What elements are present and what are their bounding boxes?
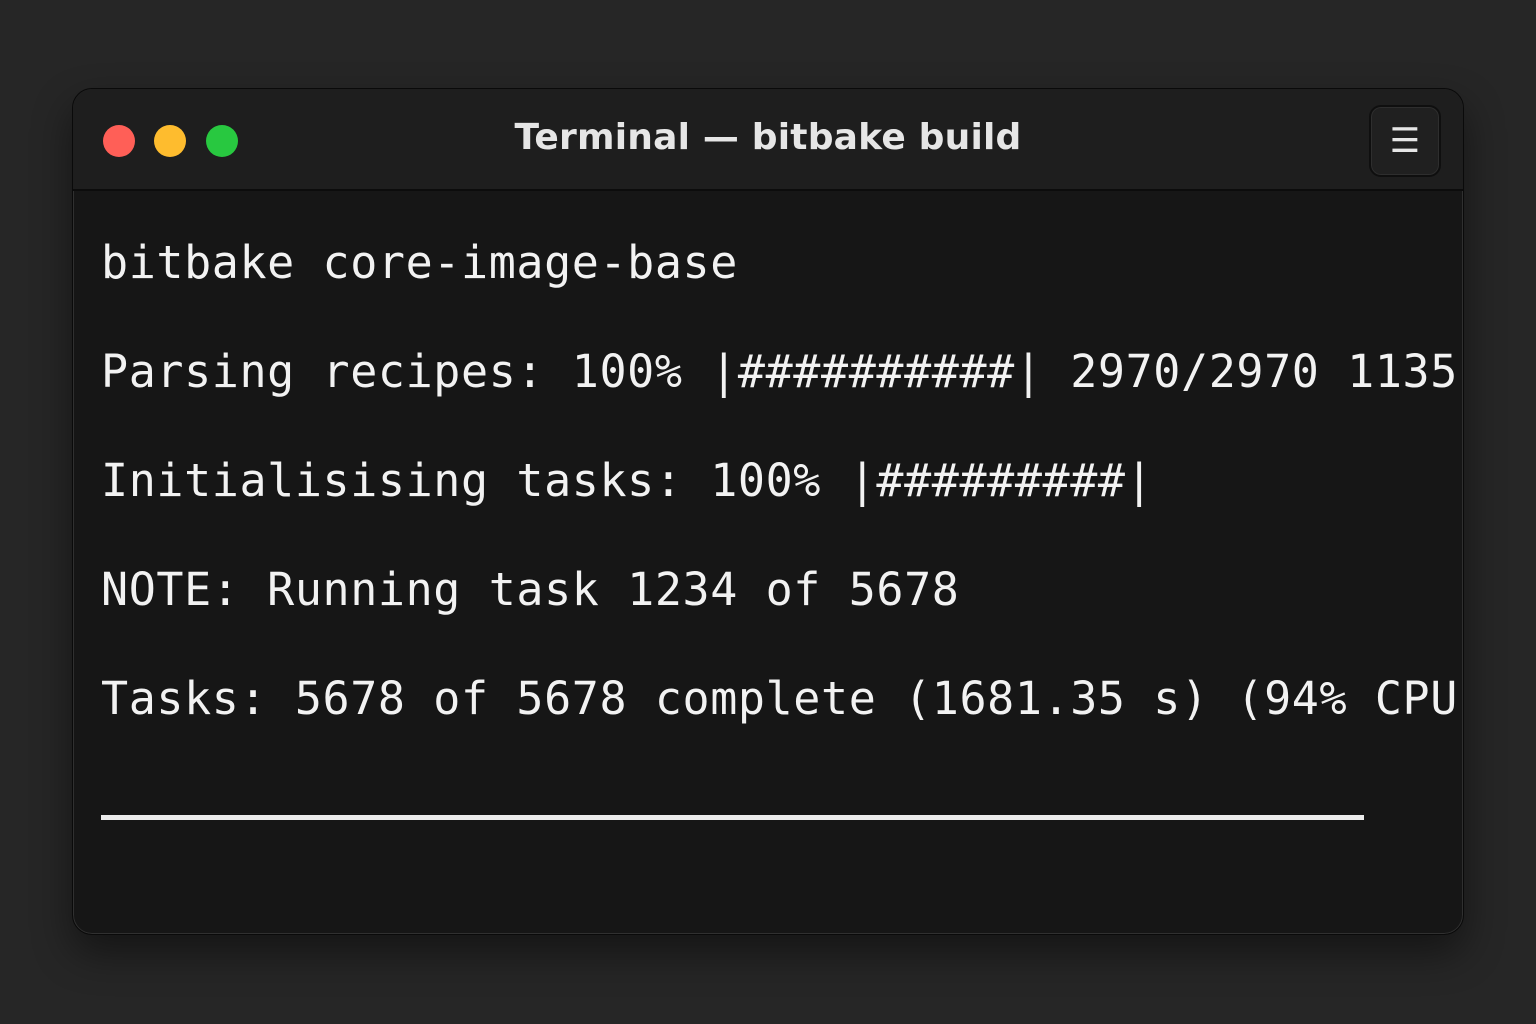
terminal-line-parsing-recipes: Parsing recipes: 100% |##########| 2970/…: [101, 345, 1463, 398]
menu-button[interactable]: ☰: [1369, 105, 1441, 177]
terminal-cursor: [101, 815, 1364, 820]
terminal-line-command: bitbake core-image-base: [101, 236, 738, 289]
terminal-line-tasks-complete: Tasks: 5678 of 5678 complete (1681.35 s)…: [101, 672, 1463, 725]
hamburger-menu-icon: ☰: [1389, 121, 1421, 161]
terminal-line-note: NOTE: Running task 1234 of 5678: [101, 563, 960, 616]
terminal-line-initialising-tasks: Initialisising tasks: 100% |#########|: [101, 454, 1154, 507]
terminal-output[interactable]: bitbake core-image-base Parsing recipes:…: [101, 191, 1463, 934]
title-bar[interactable]: Terminal — bitbake build ☰: [73, 89, 1463, 191]
terminal-window: Terminal — bitbake build ☰ bitbake core-…: [72, 88, 1464, 935]
window-title: Terminal — bitbake build: [514, 117, 1022, 158]
